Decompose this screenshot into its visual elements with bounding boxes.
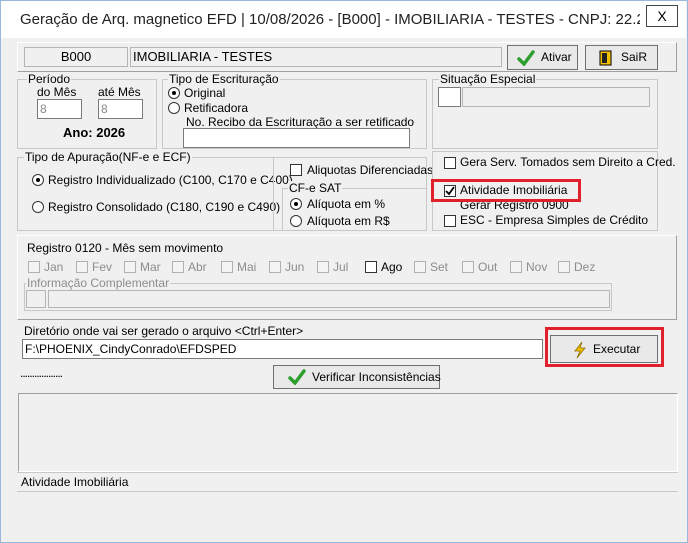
aliquota-rs-radio[interactable] bbox=[290, 215, 302, 227]
original-label: Original bbox=[184, 86, 226, 100]
cfe-title: CF-e SAT bbox=[288, 181, 343, 195]
individualizado-radio[interactable] bbox=[32, 174, 44, 186]
do-mes-input[interactable]: 8 bbox=[37, 99, 82, 119]
month-dez-checkbox[interactable] bbox=[558, 261, 570, 273]
month-abr-checkbox[interactable] bbox=[172, 261, 184, 273]
original-radio[interactable] bbox=[168, 87, 180, 99]
executar-highlight bbox=[545, 327, 664, 367]
situacao-title: Situação Especial bbox=[439, 72, 537, 86]
month-dez-label: Dez bbox=[574, 260, 596, 274]
aliquota-pct-label: Alíquota em % bbox=[307, 197, 386, 211]
company-code-field[interactable]: B000 bbox=[24, 47, 128, 67]
recibo-input[interactable] bbox=[183, 128, 410, 148]
month-out-label: Out bbox=[478, 260, 498, 274]
aliquota-pct-radio[interactable] bbox=[290, 198, 302, 210]
apuracao-title: Tipo de Apuração(NF-e e ECF) bbox=[24, 150, 192, 164]
gera-serv-label: Gera Serv. Tomados sem Direito a Cred. bbox=[460, 155, 676, 169]
month-mai-checkbox[interactable] bbox=[221, 261, 233, 273]
ativar-label: Ativar bbox=[541, 50, 572, 64]
progress-dots: .................. bbox=[20, 366, 63, 380]
retificadora-radio[interactable] bbox=[168, 102, 180, 114]
close-button[interactable]: X bbox=[646, 5, 678, 27]
escrituracao-title: Tipo de Escrituração bbox=[168, 72, 280, 86]
verificar-button[interactable]: Verificar Inconsistências bbox=[273, 365, 441, 389]
month-nov-checkbox[interactable] bbox=[510, 261, 522, 273]
ate-mes-label: até Mês bbox=[98, 85, 141, 99]
individualizado-label: Registro Individualizado (C100, C170 e C… bbox=[48, 173, 293, 187]
diretorio-input[interactable]: F:\PHOENIX_CindyConrado\EFDSPED bbox=[22, 339, 543, 359]
month-fev-label: Fev bbox=[92, 260, 113, 274]
atividade-highlight bbox=[431, 179, 581, 202]
esc-checkbox[interactable] bbox=[444, 215, 456, 227]
periodo-title: Período bbox=[27, 72, 72, 86]
consolidado-radio[interactable] bbox=[32, 201, 44, 213]
month-ago-checkbox[interactable] bbox=[365, 261, 377, 273]
month-set-checkbox[interactable] bbox=[414, 261, 426, 273]
month-jan-label: Jan bbox=[44, 260, 64, 274]
do-mes-label: do Mês bbox=[37, 85, 77, 99]
check-icon bbox=[517, 50, 535, 66]
situacao-code-field[interactable] bbox=[438, 87, 461, 107]
sair-button[interactable]: SaiR bbox=[585, 45, 658, 70]
consolidado-label: Registro Consolidado (C180, C190 e C490) bbox=[48, 200, 281, 214]
situacao-desc-field bbox=[462, 87, 650, 107]
log-area bbox=[18, 393, 678, 472]
registro0120-title: Registro 0120 - Mês sem movimento bbox=[27, 241, 224, 255]
aliquota-rs-label: Alíquota em R$ bbox=[307, 214, 390, 228]
status-text: Atividade Imobiliária bbox=[21, 475, 129, 489]
ano-label: Ano: 2026 bbox=[63, 125, 126, 140]
month-jul-checkbox[interactable] bbox=[317, 261, 329, 273]
aliquotas-checkbox[interactable] bbox=[290, 164, 302, 176]
diretorio-label: Diretório onde vai ser gerado o arquivo … bbox=[24, 324, 304, 338]
ate-mes-input[interactable]: 8 bbox=[98, 99, 143, 119]
company-name-field[interactable]: IMOBILIARIA - TESTES bbox=[130, 47, 502, 67]
month-out-checkbox[interactable] bbox=[462, 261, 474, 273]
month-set-label: Set bbox=[430, 260, 449, 274]
month-nov-label: Nov bbox=[526, 260, 548, 274]
month-abr-label: Abr bbox=[188, 260, 207, 274]
month-mar-checkbox[interactable] bbox=[124, 261, 136, 273]
month-fev-checkbox[interactable] bbox=[76, 261, 88, 273]
check-icon bbox=[288, 369, 306, 385]
month-jul-label: Jul bbox=[333, 260, 349, 274]
recibo-label: No. Recibo da Escrituração a ser retific… bbox=[186, 115, 415, 129]
month-mar-label: Mar bbox=[140, 260, 161, 274]
window-title: Geração de Arq. magnetico EFD | 10/08/20… bbox=[20, 11, 640, 28]
apuracao-divider bbox=[273, 157, 274, 230]
info-code-field bbox=[26, 290, 46, 308]
info-text-field bbox=[48, 290, 610, 308]
exit-door-icon bbox=[599, 50, 612, 66]
esc-label: ESC - Empresa Simples de Crédito bbox=[460, 213, 649, 227]
month-jan-checkbox[interactable] bbox=[28, 261, 40, 273]
aliquotas-label: Aliquotas Diferenciadas bbox=[307, 163, 434, 177]
month-jun-checkbox[interactable] bbox=[269, 261, 281, 273]
verificar-label: Verificar Inconsistências bbox=[312, 370, 441, 384]
info-complementar-label: Informação Complementar bbox=[26, 276, 171, 290]
retificadora-label: Retificadora bbox=[184, 101, 249, 115]
gera-serv-checkbox[interactable] bbox=[444, 157, 456, 169]
sair-label: SaiR bbox=[621, 50, 648, 64]
month-mai-label: Mai bbox=[237, 260, 257, 274]
ativar-button[interactable]: Ativar bbox=[507, 45, 578, 70]
month-ago-label: Ago bbox=[381, 260, 403, 274]
month-jun-label: Jun bbox=[285, 260, 305, 274]
